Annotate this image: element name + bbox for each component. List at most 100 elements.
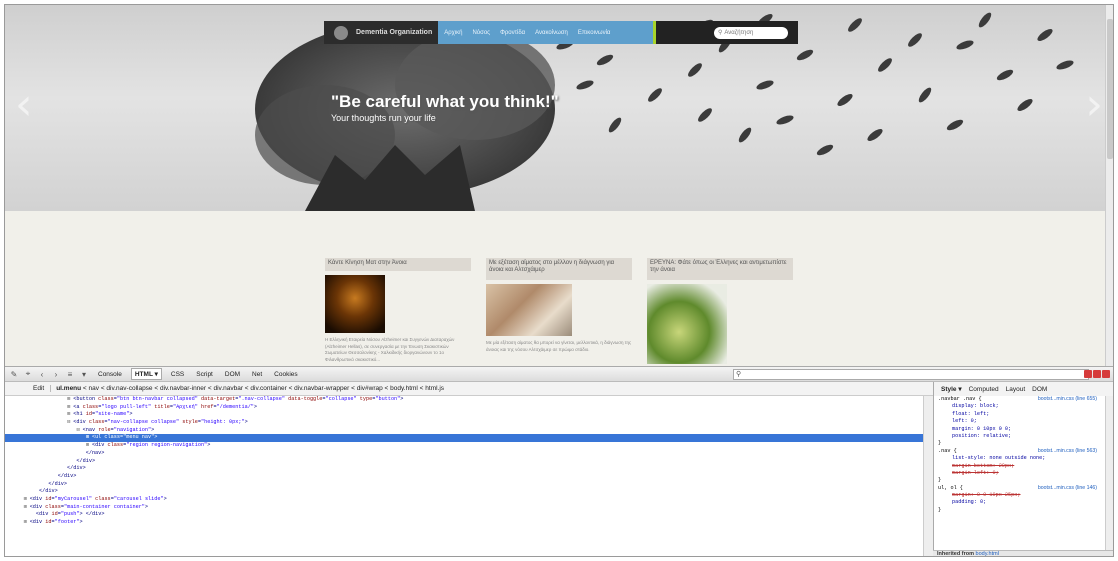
css-text: margin: 0 10px 0 0; [952,425,1012,432]
inherited-label: Inherited from [937,551,974,557]
css-text: margin-bottom: 20px; [952,462,1015,469]
search-icon: ⚲ [736,371,742,378]
inherited-link[interactable]: body.html [976,551,999,556]
leaf-shape [956,40,974,50]
tab-computed[interactable]: Computed [969,386,999,393]
site-search-input[interactable]: ⚲ Αναζήτηση [714,26,788,39]
firebug-window-buttons [1083,370,1110,378]
search-icon: ⚲ [718,30,723,36]
page-scrollbar[interactable] [1105,5,1113,366]
tab-net[interactable]: Net [249,370,265,379]
tab-cookies[interactable]: Cookies [271,370,300,379]
html-node-markup: <a class="logo pull-left" title="Αρχική"… [73,403,258,410]
minimize-icon[interactable] [1084,370,1092,378]
menu-icon[interactable]: ≡ [65,369,75,379]
back-icon[interactable]: ‹ [37,369,47,379]
html-node[interactable]: ⊟ <nav role="navigation"> [5,427,923,435]
tab-side-dom[interactable]: DOM [1032,386,1047,393]
detach-icon[interactable] [1093,370,1101,378]
carousel-prev-arrow[interactable]: ‹ [15,83,33,127]
logo-icon [334,25,348,40]
html-node-selected[interactable]: ⊞ <ul class="menu nav"> [5,434,923,443]
html-node[interactable]: ⊞ <div id="myCarousel" class="carousel sl… [5,496,923,504]
css-selector[interactable]: bootst...min.css (line 146) ul, ol { [938,485,1113,492]
firebug-search-input[interactable]: ⚲ [733,369,1089,380]
breadcrumb-current[interactable]: ul.menu [56,385,81,392]
css-property[interactable]: list-style: none outside none; [938,455,1113,462]
css-property[interactable]: left: 0; [938,418,1113,425]
nav-link-home[interactable]: Αρχική [444,30,462,36]
chess-image[interactable] [325,275,385,333]
tab-css[interactable]: CSS [168,370,187,379]
inspect-icon[interactable]: ⌖ [23,369,33,379]
tab-dom[interactable]: DOM [222,370,243,379]
html-node[interactable]: </div> [5,488,923,496]
style-panel-scrollbar[interactable] [1105,396,1113,550]
salad-image[interactable] [647,284,727,364]
html-node[interactable]: ⊞ <div id="footer"> [5,519,923,527]
firebug-toolbar: ✎ ⌖ ‹ › ≡ ▾ Console HTML ▾ CSS Script DO… [5,366,1113,382]
breadcrumb-ancestors[interactable]: < nav < div.nav-collapse < div.navbar-in… [81,385,444,392]
site-brand[interactable]: Dementia Organization [324,21,439,44]
html-node[interactable]: </div> [5,481,923,489]
nav-link-care[interactable]: Φροντίδα [500,30,525,36]
tab-console[interactable]: Console [95,370,125,379]
css-property[interactable]: padding: 0; [938,499,1113,506]
forward-icon[interactable]: › [51,369,61,379]
html-node[interactable]: ⊟ <div class="nav-collapse collapse" styl… [5,419,923,427]
css-source-link[interactable]: bootst...min.css (line 563) [1038,448,1097,455]
html-node[interactable]: </nav> [5,450,923,458]
css-text: display: block; [952,403,999,410]
html-node[interactable]: ⊞ <div class="region region-navigation"> [5,442,923,450]
html-node-markup: <div class="main-container container"> [29,503,149,510]
breadcrumb-trail[interactable]: ul.menu < nav < div.nav-collapse < div.n… [51,385,444,392]
html-node-markup: <h1 id="site-name"> [73,411,133,418]
html-node[interactable]: ⊞ <h1 id="site-name"> [5,411,923,419]
search-placeholder: Αναζήτηση [724,29,754,36]
css-text: padding: 0; [952,499,987,506]
carousel-next-arrow[interactable]: › [1085,83,1103,127]
css-selector[interactable]: bootst...min.css (line 563) .nav { [938,448,1113,455]
html-node[interactable]: ⊞ <button class="btn btn-navbar collapsed… [5,396,923,404]
nav-link-contact[interactable]: Επικοινωνία [578,30,611,36]
html-node[interactable]: ⊞ <div class="main-container container"> [5,504,923,512]
css-property[interactable]: display: block; [938,403,1113,410]
news-card-title[interactable]: Με εξέταση αίματος στο μέλλον η διάγνωση… [486,258,632,280]
news-card-title[interactable]: Κάντε Κίνηση Ματ στην Άνοια [325,258,471,271]
nav-link-disease[interactable]: Νόσος [472,30,490,36]
html-node[interactable]: </div> [5,458,923,466]
html-node[interactable]: ⊞ <a class="logo pull-left" title="Αρχική… [5,404,923,412]
tab-style[interactable]: Style ▾ [941,385,962,393]
page-scrollbar-thumb[interactable] [1107,19,1113,159]
tab-html[interactable]: HTML ▾ [130,368,162,380]
dropdown-icon[interactable]: ▾ [79,369,89,379]
css-text: .nav { [938,447,957,454]
css-source-link[interactable]: bootst...min.css (line 146) [1038,485,1097,492]
html-node[interactable]: <div id="push"> </div> [5,511,923,519]
css-property[interactable]: position: relative; [938,433,1113,440]
css-text: margin-left: 0; [952,469,999,476]
html-node[interactable]: </div> [5,473,923,481]
firebug-bug-icon[interactable]: ✎ [9,369,19,379]
css-property[interactable]: margin-bottom: 20px; [938,463,1113,470]
html-node[interactable]: </div> [5,465,923,473]
css-source-link[interactable]: bootst...min.css (line 655) [1038,396,1097,403]
tab-layout[interactable]: Layout [1006,386,1026,393]
nav-link-announcements[interactable]: Ανακοίνωση [535,30,568,36]
nav-accent-bar [653,21,657,44]
css-property[interactable]: margin-left: 0; [938,470,1113,477]
css-property[interactable]: margin: 0 10px 0 0; [938,426,1113,433]
tab-script[interactable]: Script [193,370,216,379]
news-card-title[interactable]: ΕΡΕΥΝΑ: Φάτε όπως οι Έλληνες και αντιμετ… [647,258,793,280]
html-node-markup: <div id="push"> </div> [35,511,105,518]
html-panel-scrollbar[interactable] [923,396,933,556]
page-viewport: ‹ › "Be careful what you think!" Your th… [5,5,1113,366]
edit-button[interactable]: Edit [27,385,52,392]
css-selector[interactable]: bootst...min.css (line 655) .navbar .nav … [938,396,1113,403]
css-property[interactable]: margin: 0 0 10px 25px; [938,492,1113,499]
close-icon[interactable] [1102,370,1110,378]
css-property[interactable]: float: left; [938,411,1113,418]
leaf-shape [848,18,862,32]
elderly-couple-image[interactable] [486,284,572,336]
leaf-shape [1037,28,1053,42]
